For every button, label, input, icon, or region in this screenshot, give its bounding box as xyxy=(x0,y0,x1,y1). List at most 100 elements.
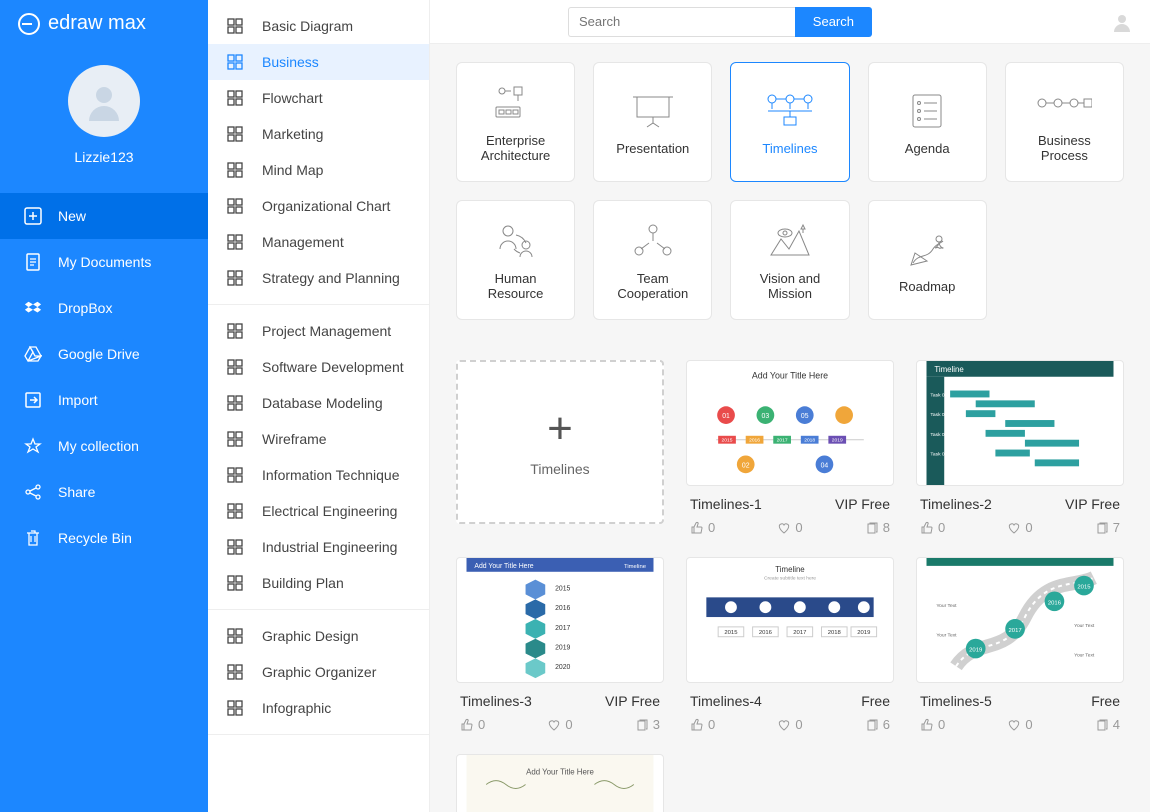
svg-text:Task 03: Task 03 xyxy=(930,432,947,438)
svg-text:02: 02 xyxy=(742,462,750,469)
category-icon xyxy=(226,663,252,681)
subcat-vision-and-mission[interactable]: Vision and Mission xyxy=(730,200,849,320)
category-electrical-engineering[interactable]: Electrical Engineering xyxy=(208,493,429,529)
roadmap-icon xyxy=(905,227,949,271)
like-stat[interactable]: 0 xyxy=(460,717,485,732)
avatar[interactable] xyxy=(68,65,140,137)
presentation-icon xyxy=(631,89,675,133)
fav-stat[interactable]: 0 xyxy=(777,520,802,535)
category-infographic[interactable]: Infographic xyxy=(208,690,429,726)
template-tag: Free xyxy=(861,693,890,709)
copy-stat[interactable]: 8 xyxy=(865,520,890,535)
svg-text:Timeline: Timeline xyxy=(624,564,647,570)
like-stat[interactable]: 0 xyxy=(690,520,715,535)
category-information-technique[interactable]: Information Technique xyxy=(208,457,429,493)
category-building-plan[interactable]: Building Plan xyxy=(208,565,429,601)
template-thumb: Add Your Title HereTimeline2015201620172… xyxy=(456,557,664,683)
category-icon xyxy=(226,538,252,556)
search-wrap: Search xyxy=(568,7,872,37)
template-tag: Free xyxy=(1091,693,1120,709)
user-menu-icon[interactable] xyxy=(1112,12,1132,32)
template-timelines-1[interactable]: Add Your Title Here010305201520162017201… xyxy=(686,360,894,535)
subcat-roadmap[interactable]: Roadmap xyxy=(868,200,987,320)
svg-text:2019: 2019 xyxy=(555,645,570,652)
category-management[interactable]: Management xyxy=(208,224,429,260)
nav-item-import[interactable]: Import xyxy=(0,377,208,423)
doc-icon xyxy=(22,253,44,271)
fav-stat[interactable]: 0 xyxy=(1007,520,1032,535)
svg-text:2015: 2015 xyxy=(722,438,733,444)
category-database-modeling[interactable]: Database Modeling xyxy=(208,385,429,421)
copy-stat[interactable]: 6 xyxy=(865,717,890,732)
template-tag: VIP Free xyxy=(1065,496,1120,512)
logo: edraw max xyxy=(0,0,208,47)
svg-text:2016: 2016 xyxy=(1048,600,1062,606)
category-marketing[interactable]: Marketing xyxy=(208,116,429,152)
svg-text:2015: 2015 xyxy=(555,585,570,592)
copy-stat[interactable]: 3 xyxy=(635,717,660,732)
template-timelines-4[interactable]: TimelineCreate subtitle text here2015201… xyxy=(686,557,894,732)
category-business[interactable]: Business xyxy=(208,44,429,80)
like-stat[interactable]: 0 xyxy=(690,717,715,732)
template-name: Timelines-3 xyxy=(460,693,532,709)
template-partial[interactable]: Add Your Title Here xyxy=(456,754,664,812)
fav-stat[interactable]: 0 xyxy=(547,717,572,732)
topbar: Search xyxy=(430,0,1150,44)
category-basic-diagram[interactable]: Basic Diagram xyxy=(208,8,429,44)
agenda-icon xyxy=(909,89,945,133)
logo-icon xyxy=(18,13,40,35)
search-button[interactable]: Search xyxy=(795,7,872,37)
template-thumb: 2019201720162015Your TextYour TextYour T… xyxy=(916,557,1124,683)
like-stat[interactable]: 0 xyxy=(920,520,945,535)
fav-stat[interactable]: 0 xyxy=(1007,717,1032,732)
category-wireframe[interactable]: Wireframe xyxy=(208,421,429,457)
nav-item-my-collection[interactable]: My collection xyxy=(0,423,208,469)
subcat-team-cooperation[interactable]: Team Cooperation xyxy=(593,200,712,320)
category-graphic-organizer[interactable]: Graphic Organizer xyxy=(208,654,429,690)
category-icon xyxy=(226,197,252,215)
category-strategy-and-planning[interactable]: Strategy and Planning xyxy=(208,260,429,296)
subcat-enterprise-architecture[interactable]: Enterprise Architecture xyxy=(456,62,575,182)
template-name: Timelines-4 xyxy=(690,693,762,709)
fav-stat[interactable]: 0 xyxy=(777,717,802,732)
nav-item-google-drive[interactable]: Google Drive xyxy=(0,331,208,377)
category-icon xyxy=(226,161,252,179)
category-mind-map[interactable]: Mind Map xyxy=(208,152,429,188)
template-timelines-3[interactable]: Add Your Title HereTimeline2015201620172… xyxy=(456,557,664,732)
avatar-icon xyxy=(84,81,124,121)
template-timelines-2[interactable]: TimelineTask 01Task 02Task 03Task 04Time… xyxy=(916,360,1124,535)
search-input[interactable] xyxy=(568,7,795,37)
svg-text:Your Text: Your Text xyxy=(1074,652,1095,658)
enterprise-icon xyxy=(492,81,540,125)
category-graphic-design[interactable]: Graphic Design xyxy=(208,618,429,654)
subcat-business-process[interactable]: Business Process xyxy=(1005,62,1124,182)
svg-text:04: 04 xyxy=(821,462,829,469)
category-software-development[interactable]: Software Development xyxy=(208,349,429,385)
subcat-timelines[interactable]: Timelines xyxy=(730,62,849,182)
nav-item-share[interactable]: Share xyxy=(0,469,208,515)
category-icon xyxy=(226,430,252,448)
category-project-management[interactable]: Project Management xyxy=(208,313,429,349)
subcat-agenda[interactable]: Agenda xyxy=(868,62,987,182)
category-organizational-chart[interactable]: Organizational Chart xyxy=(208,188,429,224)
nav-item-new[interactable]: New xyxy=(0,193,208,239)
copy-stat[interactable]: 7 xyxy=(1095,520,1120,535)
main: Search Enterprise ArchitecturePresentati… xyxy=(430,0,1150,812)
category-icon xyxy=(226,89,252,107)
template-blank[interactable]: +Timelines xyxy=(456,360,664,535)
category-industrial-engineering[interactable]: Industrial Engineering xyxy=(208,529,429,565)
subcat-presentation[interactable]: Presentation xyxy=(593,62,712,182)
copy-stat[interactable]: 4 xyxy=(1095,717,1120,732)
svg-text:Timeline: Timeline xyxy=(775,565,805,574)
category-flowchart[interactable]: Flowchart xyxy=(208,80,429,116)
template-name: Timelines-1 xyxy=(690,496,762,512)
subcat-human-resource[interactable]: Human Resource xyxy=(456,200,575,320)
category-icon xyxy=(226,699,252,717)
svg-text:2019: 2019 xyxy=(857,630,870,636)
nav-item-recycle-bin[interactable]: Recycle Bin xyxy=(0,515,208,561)
nav-item-dropbox[interactable]: DropBox xyxy=(0,285,208,331)
nav-item-my-documents[interactable]: My Documents xyxy=(0,239,208,285)
like-stat[interactable]: 0 xyxy=(920,717,945,732)
category-icon xyxy=(226,269,252,287)
template-timelines-5[interactable]: 2019201720162015Your TextYour TextYour T… xyxy=(916,557,1124,732)
